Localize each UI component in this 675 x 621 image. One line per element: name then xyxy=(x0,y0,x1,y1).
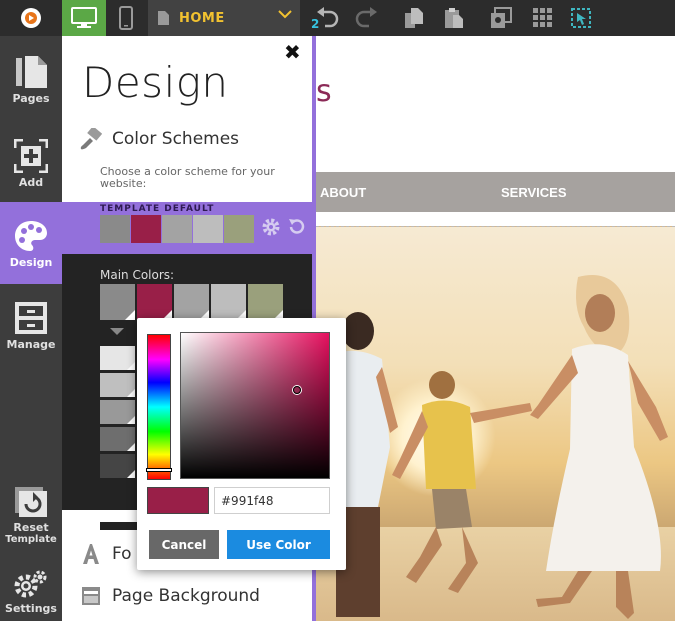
site-nav-bar: ABOUT SERVICES xyxy=(316,172,675,212)
preview-button[interactable] xyxy=(484,0,518,36)
page-background-header[interactable]: Page Background xyxy=(82,586,260,606)
shade-swatch[interactable] xyxy=(100,427,135,451)
main-color-swatch[interactable] xyxy=(100,284,135,320)
logo-icon xyxy=(21,8,41,28)
redo-button[interactable] xyxy=(348,0,384,36)
main-color-swatch[interactable] xyxy=(211,284,246,320)
palette-icon xyxy=(15,220,47,251)
copy-button[interactable] xyxy=(398,0,430,36)
main-color-swatch[interactable] xyxy=(248,284,283,320)
scheme-swatch xyxy=(224,215,254,243)
reset-icon[interactable] xyxy=(288,217,306,235)
shade-swatch[interactable] xyxy=(100,346,135,370)
sidebar-item-reset-template[interactable]: Reset Template xyxy=(0,478,62,552)
select-icon xyxy=(571,8,591,28)
scheme-swatches xyxy=(100,215,255,243)
site-logo-text[interactable]: s xyxy=(316,74,332,109)
paste-icon xyxy=(445,8,463,28)
saturation-value-area[interactable] xyxy=(180,332,330,479)
scheme-swatch xyxy=(193,215,223,243)
shade-swatches xyxy=(100,346,135,481)
sidebar-item-label: Template xyxy=(5,533,57,545)
scheme-swatch xyxy=(162,215,192,243)
selected-swatch-indicator xyxy=(110,328,124,335)
current-page-label: HOME xyxy=(179,10,225,26)
select-element-button[interactable] xyxy=(566,0,596,36)
selected-color-preview xyxy=(147,487,209,514)
reset-template-icon xyxy=(15,486,47,517)
manage-icon xyxy=(15,301,47,334)
sidebar-item-pages[interactable]: Pages xyxy=(0,38,62,120)
fonts-label: Fo xyxy=(112,544,132,564)
sidebar-item-label: Add xyxy=(18,175,44,189)
sidebar-item-label: Pages xyxy=(12,91,50,105)
hue-slider-handle[interactable] xyxy=(146,468,172,472)
copy-icon xyxy=(405,8,423,28)
close-icon: ✖ xyxy=(284,40,301,64)
sidebar-item-label: Manage xyxy=(6,337,56,351)
sidebar-item-label: Settings xyxy=(5,601,57,615)
mobile-view-button[interactable] xyxy=(106,0,146,36)
color-scheme-template-default[interactable]: TEMPLATE DEFAULT xyxy=(62,202,312,254)
pages-icon xyxy=(16,55,47,88)
left-sidebar: Pages Add Design Manage Reset Template S… xyxy=(0,36,62,621)
color-picker-popup: Cancel Use Color xyxy=(137,318,346,570)
sidebar-item-label: Design xyxy=(9,255,53,269)
scheme-swatch xyxy=(100,215,130,243)
gear-icon[interactable] xyxy=(262,218,280,236)
add-icon xyxy=(14,138,48,173)
color-schemes-description: Choose a color scheme for your website: xyxy=(100,165,275,190)
hex-color-input[interactable] xyxy=(214,487,330,514)
page-background-icon xyxy=(82,587,100,605)
sidebar-item-settings[interactable]: Settings xyxy=(0,560,62,621)
scheme-name: TEMPLATE DEFAULT xyxy=(100,204,215,214)
sidebar-item-label: Reset xyxy=(13,520,49,534)
sidebar-item-manage[interactable]: Manage xyxy=(0,284,62,366)
paint-brush-icon xyxy=(80,128,102,150)
shade-swatch[interactable] xyxy=(100,454,135,478)
top-toolbar: HOME 2 xyxy=(0,0,675,36)
logo-button[interactable] xyxy=(0,0,62,36)
settings-icon xyxy=(14,570,47,597)
desktop-view-button[interactable] xyxy=(62,0,106,36)
family-silhouette-illustration xyxy=(330,275,668,619)
font-icon xyxy=(83,544,99,564)
page-background-label: Page Background xyxy=(112,586,260,606)
hue-slider[interactable] xyxy=(147,334,171,480)
use-color-button[interactable]: Use Color xyxy=(227,530,330,559)
close-panel-button[interactable]: ✖ xyxy=(284,42,301,62)
panel-title: Design xyxy=(82,58,229,107)
page-icon xyxy=(158,11,169,25)
redo-icon xyxy=(355,7,377,28)
main-color-swatch[interactable] xyxy=(174,284,209,320)
mobile-icon xyxy=(119,6,133,30)
preview-icon xyxy=(491,7,512,28)
undo-count-badge: 2 xyxy=(311,17,320,31)
desktop-icon xyxy=(71,7,97,28)
color-schemes-label: Color Schemes xyxy=(112,129,240,149)
shade-swatch[interactable] xyxy=(100,400,135,424)
page-selector[interactable]: HOME xyxy=(148,0,300,36)
color-schemes-header[interactable]: Color Schemes xyxy=(80,128,239,150)
hero-image[interactable] xyxy=(316,226,675,621)
main-colors-label: Main Colors: xyxy=(100,268,175,282)
sidebar-item-design[interactable]: Design xyxy=(0,202,62,284)
site-nav-services[interactable]: SERVICES xyxy=(501,185,567,200)
chevron-down-icon xyxy=(278,10,292,19)
sidebar-item-add[interactable]: Add xyxy=(0,122,62,204)
font-preview-strip xyxy=(100,522,140,530)
scheme-swatch xyxy=(131,215,161,243)
site-nav-about[interactable]: ABOUT xyxy=(320,185,366,200)
fonts-header[interactable]: Fo xyxy=(82,544,132,564)
main-color-swatch[interactable] xyxy=(137,284,172,320)
main-color-swatches xyxy=(100,284,285,320)
shade-swatch[interactable] xyxy=(100,373,135,397)
cancel-button[interactable]: Cancel xyxy=(149,530,219,559)
saturation-value-handle[interactable] xyxy=(293,386,301,394)
grid-button[interactable] xyxy=(528,0,558,36)
grid-icon xyxy=(533,8,552,27)
website-preview: s ABOUT SERVICES xyxy=(316,36,675,621)
paste-button[interactable] xyxy=(438,0,470,36)
